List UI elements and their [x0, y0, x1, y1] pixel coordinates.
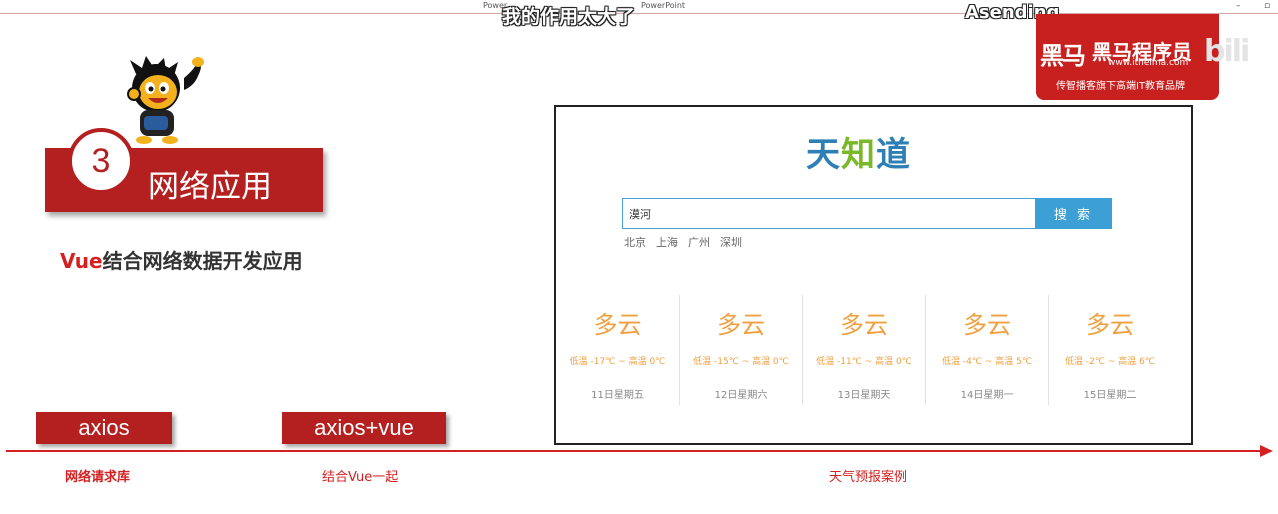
weather-type: 多云 [717, 311, 765, 339]
hot-city-link[interactable]: 北京 [624, 234, 646, 250]
axios-vue-tag: axios+vue [282, 412, 446, 444]
hot-city-link[interactable]: 广州 [688, 234, 710, 250]
temperature-range: 低温 -11℃ ~ 高温 0℃ [816, 357, 912, 367]
bilibili-watermark: bili [1204, 34, 1250, 69]
hot-city-link[interactable]: 深圳 [720, 234, 742, 250]
timeline-label-network-lib: 网络请求库 [65, 470, 131, 485]
minimize-icon[interactable]: – [1236, 1, 1241, 11]
forecast-day: 多云 低温 -15℃ ~ 高温 0℃ 12日星期六 [679, 295, 802, 405]
mascot-image [127, 56, 204, 144]
hot-city-link[interactable]: 上海 [656, 234, 678, 250]
forecast-date: 12日星期六 [714, 390, 768, 401]
weather-app-logo: 天知道 [806, 127, 911, 176]
forecast-date: 14日星期一 [960, 390, 1014, 401]
weather-type: 多云 [840, 311, 888, 339]
section-title: 网络应用 [148, 169, 272, 205]
forecast-day: 多云 低温 -17℃ ~ 高温 0℃ 11日星期五 [556, 295, 679, 405]
forecast-date: 11日星期五 [591, 390, 644, 401]
weather-app-preview: 天知道 搜 索 北京 上海 广州 深圳 多云 低温 -17℃ ~ 高温 0℃ 1… [554, 105, 1193, 445]
axios-tag: axios [36, 412, 172, 444]
weather-type: 多云 [1086, 311, 1134, 339]
forecast-day: 多云 低温 -4℃ ~ 高温 5℃ 14日星期一 [925, 295, 1048, 405]
logo-char: 知 [841, 135, 876, 175]
temperature-range: 低温 -15℃ ~ 高温 0℃ [693, 357, 789, 367]
forecast-date: 13日星期天 [837, 390, 891, 401]
logo-char: 道 [876, 135, 911, 175]
search-button[interactable]: 搜 索 [1035, 198, 1112, 229]
timeline-arrow-icon [1260, 445, 1273, 457]
restore-icon[interactable]: ▫ [1264, 1, 1270, 11]
section-subtitle: Vue结合网络数据开发应用 [60, 245, 303, 274]
timeline-label-weather-case: 天气预报案例 [829, 470, 908, 485]
window-title-bar: Power PowerPoint – ▫ [0, 0, 1278, 14]
forecast-day: 多云 低温 -2℃ ~ 高温 6℃ 15日星期二 [1048, 295, 1171, 405]
temperature-range: 低温 -2℃ ~ 高温 6℃ [1065, 357, 1155, 367]
brand-slogan: 传智播客旗下高端IT教育品牌 [1056, 81, 1186, 92]
section-header: 3 网络应用 [45, 128, 323, 212]
brand-url: www.itheima.com [1108, 58, 1189, 68]
hot-cities: 北京 上海 广州 深圳 [624, 234, 742, 250]
timeline-label-with-vue: 结合Vue一起 [322, 470, 399, 485]
temperature-range: 低温 -4℃ ~ 高温 5℃ [942, 357, 1032, 367]
forecast-list: 多云 低温 -17℃ ~ 高温 0℃ 11日星期五 多云 低温 -15℃ ~ 高… [556, 295, 1191, 405]
subtitle-accent: Vue [60, 249, 103, 273]
subtitle-text: 结合网络数据开发应用 [102, 249, 303, 273]
forecast-date: 15日星期二 [1083, 390, 1137, 401]
weather-type: 多云 [593, 311, 642, 339]
temperature-range: 低温 -17℃ ~ 高温 0℃ [569, 357, 666, 367]
logo-char: 天 [806, 135, 841, 175]
timeline-line [6, 450, 1266, 452]
brand-banner: 黑马 黑马程序员 www.itheima.com 传智播客旗下高端IT教育品牌 [1036, 14, 1219, 100]
section-number: 3 [68, 128, 134, 194]
city-search-input[interactable] [622, 198, 1037, 229]
forecast-day: 多云 低温 -11℃ ~ 高温 0℃ 13日星期天 [802, 295, 925, 405]
weather-type: 多云 [963, 311, 1011, 339]
brand-logo: 黑马 [1040, 42, 1086, 70]
video-subtitle: 我的作用太大了 [502, 6, 636, 28]
window-app-name: PowerPoint [641, 1, 686, 10]
